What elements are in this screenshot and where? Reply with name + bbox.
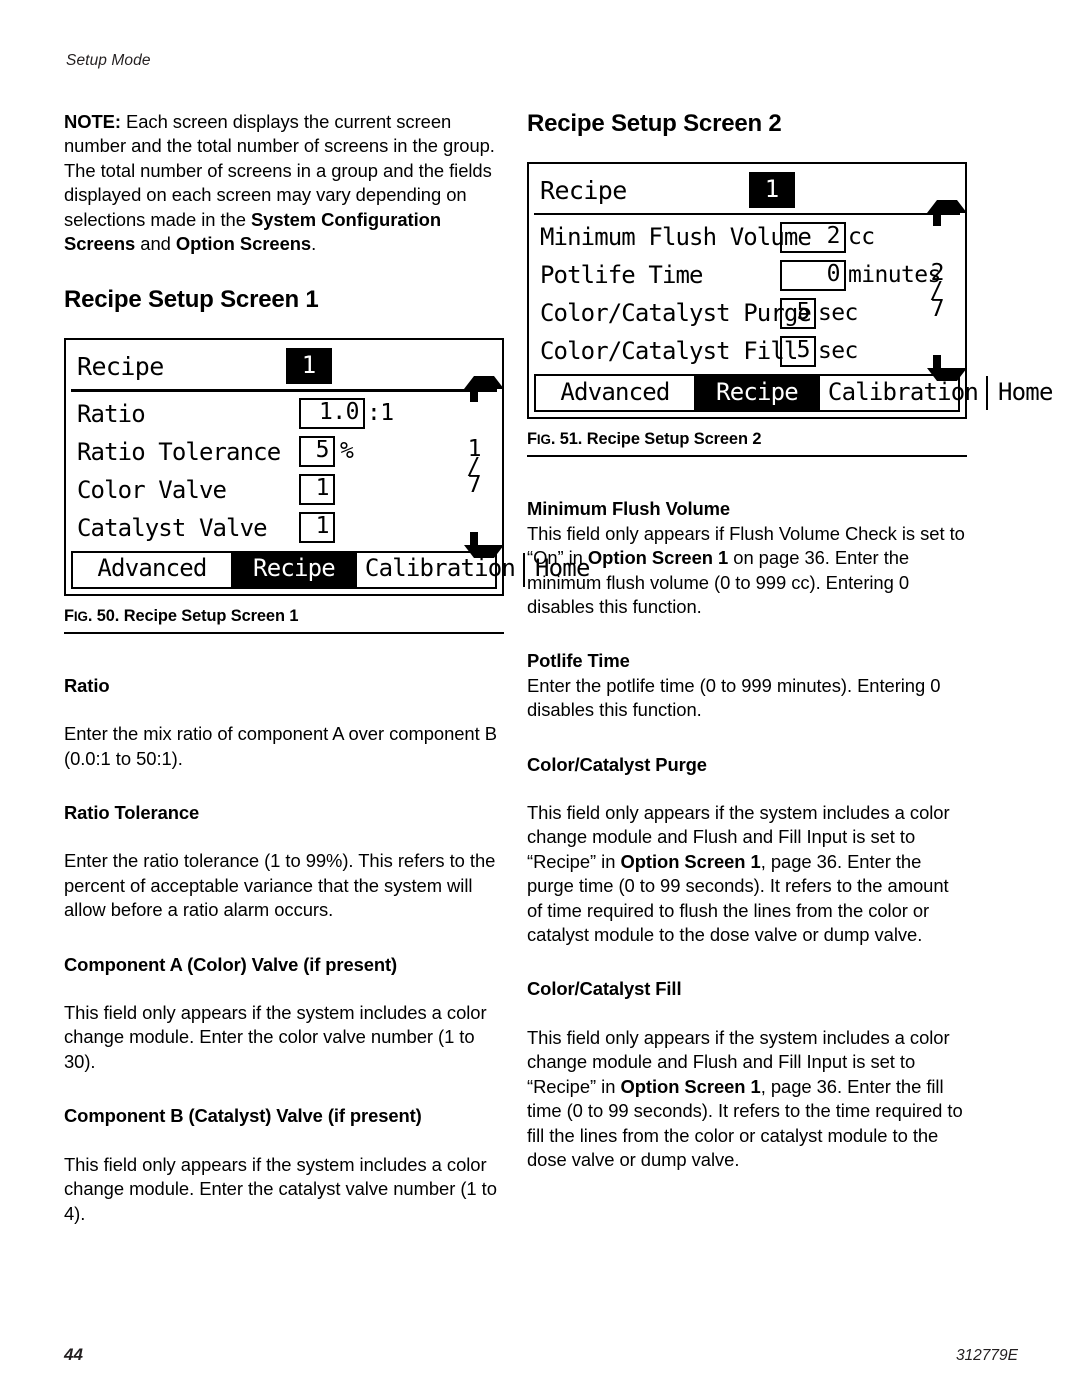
lcd2-unit-minimum-flush-volume: cc xyxy=(848,223,875,250)
lcd-screen-1: Recipe 1 Ratio 1.0 :1 Ratio Tolerance 5 … xyxy=(64,338,590,596)
lcd2-tab-home[interactable]: Home xyxy=(988,376,1063,410)
left-column: NOTE: Each screen displays the current s… xyxy=(64,110,590,1226)
lcd2-label-minimum-flush-volume: Minimum Flush Volume xyxy=(540,223,812,252)
lcd1-title-label: Recipe xyxy=(77,351,164,381)
lcd1-scroll-indicator: 1 / 7 xyxy=(457,376,504,558)
lcd2-rows: Minimum Flush Volume 2 cc Potlife Time 0… xyxy=(534,218,960,370)
body-color-catalyst-fill: This field only appears if the system in… xyxy=(527,1026,967,1172)
lcd1-label-ratio: Ratio xyxy=(77,399,146,428)
lcd2-value-potlife-time[interactable]: 0 xyxy=(780,259,846,291)
note-text-2: and xyxy=(135,233,176,255)
body-color-catalyst-purge-bold: Option Screen 1 xyxy=(620,850,761,872)
lcd1-label-catalyst-valve: Catalyst Valve xyxy=(77,513,268,542)
lcd2-tab-advanced[interactable]: Advanced xyxy=(536,376,696,411)
lcd2-tab-calibration[interactable]: Calibration xyxy=(820,376,988,411)
lcd1-page-fraction: 1 / 7 xyxy=(466,438,482,497)
lcd2-title-label: Recipe xyxy=(540,175,627,205)
body-color-catalyst-fill-bold: Option Screen 1 xyxy=(620,1075,761,1097)
heading-potlife-time: Potlife Time xyxy=(527,650,630,672)
running-header: Setup Mode xyxy=(66,52,151,69)
lcd1-rows: Ratio 1.0 :1 Ratio Tolerance 5 % Color V… xyxy=(71,395,497,547)
lcd2-row-color-catalyst-purge[interactable]: Color/Catalyst Purge 5 sec xyxy=(534,294,960,332)
lcd2-divider xyxy=(534,213,960,216)
body-color-catalyst-purge: This field only appears if the system in… xyxy=(527,801,967,947)
fig-caption-51-small: IG xyxy=(536,432,551,448)
lcd1-label-color-valve: Color Valve xyxy=(77,475,227,504)
fig-caption-50-prefix: F xyxy=(64,606,74,625)
lcd1-value-color-valve[interactable]: 1 xyxy=(299,474,335,506)
lcd2-tab-bar: Advanced Recipe Calibration Home xyxy=(534,374,1053,413)
note-lead: NOTE: xyxy=(64,111,121,132)
lcd2-label-color-catalyst-fill: Color/Catalyst Fill xyxy=(540,337,798,366)
heading-component-b-catalyst-valve: Component B (Catalyst) Valve (if present… xyxy=(64,1105,422,1127)
lcd1-value-ratio-tolerance[interactable]: 5 xyxy=(299,436,335,468)
lcd1-tab-advanced[interactable]: Advanced xyxy=(73,552,233,587)
lcd1-label-ratio-tolerance: Ratio Tolerance xyxy=(77,437,281,466)
note-text-3: . xyxy=(311,233,317,255)
document-number: 312779E xyxy=(955,1347,1018,1364)
lcd1-unit-ratio-tolerance: % xyxy=(340,438,354,465)
page-number: 44 xyxy=(64,1345,83,1364)
figure-caption-50: FIG. 50. Recipe Setup Screen 1 xyxy=(64,596,504,634)
lcd2-recipe-number[interactable]: 1 xyxy=(748,172,795,208)
section-title-recipe-setup-screen-1: Recipe Setup Screen 1 xyxy=(64,286,319,314)
lcd2-label-potlife-time: Potlife Time xyxy=(540,261,703,290)
lcd2-scroll-indicator: 2 / 7 xyxy=(920,200,967,382)
fig-caption-50-small: IG xyxy=(73,608,88,624)
note-bold-2: Option Screens xyxy=(175,233,312,255)
fig-caption-51-prefix: F xyxy=(527,430,537,449)
section-title-recipe-setup-screen-2: Recipe Setup Screen 2 xyxy=(527,110,782,137)
lcd1-row-ratio[interactable]: Ratio 1.0 :1 xyxy=(71,395,497,433)
lcd1-value-ratio[interactable]: 1.0 xyxy=(299,398,365,430)
lcd1-divider xyxy=(71,389,497,392)
body-minimum-flush-volume-bold: Option Screen 1 xyxy=(587,547,729,569)
body-ratio: Enter the mix ratio of component A over … xyxy=(64,723,497,769)
lcd1-row-color-valve[interactable]: Color Valve 1 xyxy=(71,471,497,509)
lcd2-value-minimum-flush-volume[interactable]: 2 xyxy=(780,221,846,253)
body-component-a-color-valve: This field only appears if the system in… xyxy=(64,1002,487,1072)
lcd1-recipe-number[interactable]: 1 xyxy=(285,348,332,385)
figure-caption-51: FIG. 51. Recipe Setup Screen 2 xyxy=(527,419,967,458)
lcd2-tab-recipe[interactable]: Recipe xyxy=(696,376,820,411)
lcd1-tab-recipe[interactable]: Recipe xyxy=(233,552,357,587)
lcd1-value-catalyst-valve[interactable]: 1 xyxy=(299,512,335,544)
fig-caption-50-rest: . 50. Recipe Setup Screen 1 xyxy=(87,606,299,625)
lcd2-label-color-catalyst-purge: Color/Catalyst Purge xyxy=(540,299,812,328)
fig-caption-51-rest: . 51. Recipe Setup Screen 2 xyxy=(550,430,762,449)
lcd-screen-2: Recipe 1 Minimum Flush Volume 2 cc Potli… xyxy=(527,162,1053,420)
lcd2-unit-color-catalyst-fill: sec xyxy=(818,337,858,364)
body-potlife-time-part1: Enter the potlife time (0 to 999 minutes… xyxy=(527,674,941,721)
note-paragraph: NOTE: Each screen displays the current s… xyxy=(64,110,504,256)
lcd1-tab-bar: Advanced Recipe Calibration Home xyxy=(71,550,590,589)
lcd1-tab-calibration[interactable]: Calibration xyxy=(357,552,525,587)
lcd1-page-divider: / xyxy=(466,454,481,481)
lcd2-page-divider: / xyxy=(929,277,944,304)
heading-ratio: Ratio xyxy=(64,674,110,696)
heading-color-catalyst-purge: Color/Catalyst Purge xyxy=(527,753,707,775)
lcd2-row-color-catalyst-fill[interactable]: Color/Catalyst Fill 5 sec xyxy=(534,332,960,370)
body-potlife-time: Enter the potlife time (0 to 999 minutes… xyxy=(527,674,967,723)
body-minimum-flush-volume: This field only appears if Flush Volume … xyxy=(527,522,967,620)
body-component-b-catalyst-valve: This field only appears if the system in… xyxy=(64,1153,497,1224)
lcd1-unit-ratio: :1 xyxy=(367,400,394,427)
heading-ratio-tolerance: Ratio Tolerance xyxy=(64,802,200,824)
right-column: Recipe Setup Screen 2 Recipe 1 Minimum F… xyxy=(527,110,1053,1172)
lcd2-row-potlife-time[interactable]: Potlife Time 0 minutes xyxy=(534,256,960,294)
lcd1-title-row: Recipe 1 xyxy=(71,345,497,387)
lcd2-value-color-catalyst-fill[interactable]: 5 xyxy=(780,335,816,367)
heading-component-a-color-valve: Component A (Color) Valve (if present) xyxy=(64,953,398,975)
lcd2-page-fraction: 2 / 7 xyxy=(929,261,945,320)
lcd1-row-catalyst-valve[interactable]: Catalyst Valve 1 xyxy=(71,509,497,547)
heading-color-catalyst-fill: Color/Catalyst Fill xyxy=(527,978,682,1000)
heading-minimum-flush-volume: Minimum Flush Volume xyxy=(527,498,731,520)
lcd2-value-color-catalyst-purge[interactable]: 5 xyxy=(780,297,816,329)
lcd2-row-minimum-flush-volume[interactable]: Minimum Flush Volume 2 cc xyxy=(534,218,960,256)
body-ratio-tolerance: Enter the ratio tolerance (1 to 99%). Th… xyxy=(64,850,496,921)
lcd2-unit-color-catalyst-purge: sec xyxy=(818,299,858,326)
lcd2-title-row: Recipe 1 xyxy=(534,169,960,211)
lcd1-row-ratio-tolerance[interactable]: Ratio Tolerance 5 % xyxy=(71,433,497,471)
